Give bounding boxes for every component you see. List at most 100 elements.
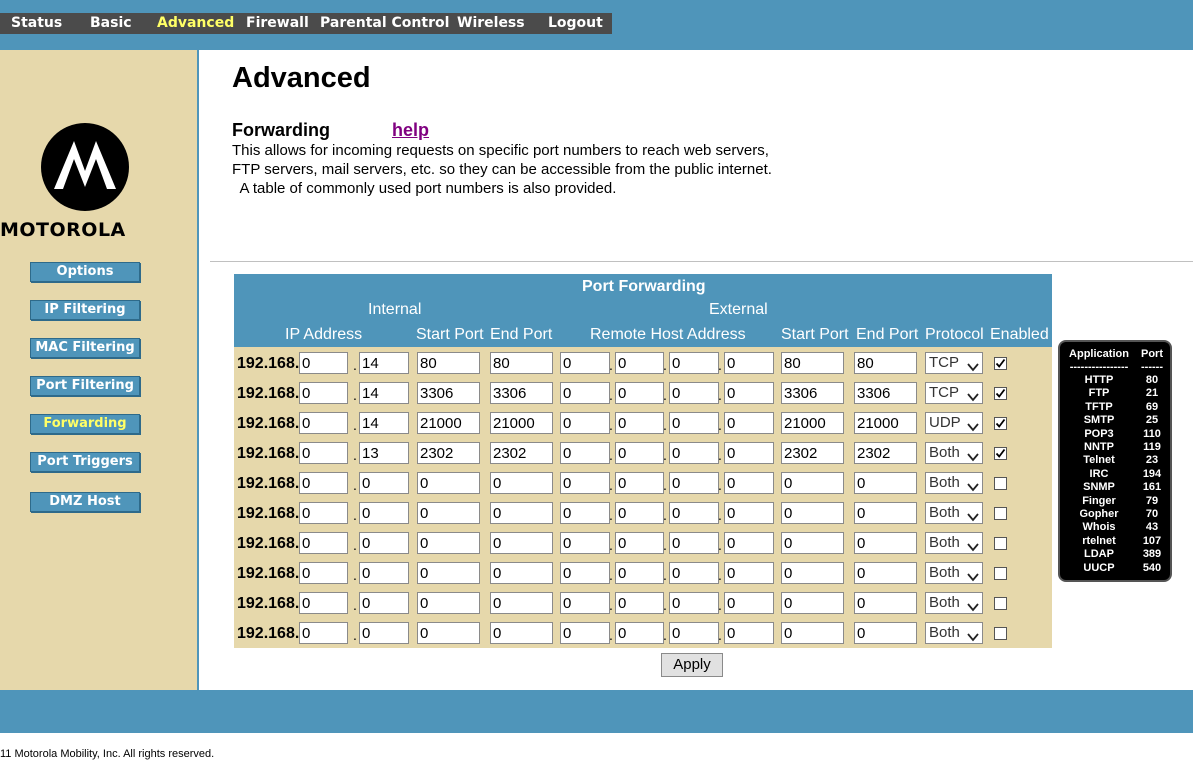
nav-status[interactable]: Status bbox=[11, 13, 62, 34]
remote-octet-3-input[interactable] bbox=[669, 352, 719, 374]
enabled-checkbox[interactable] bbox=[994, 477, 1007, 490]
enabled-checkbox[interactable] bbox=[994, 507, 1007, 520]
remote-octet-1-input[interactable] bbox=[560, 352, 610, 374]
protocol-select[interactable]: TCP bbox=[925, 352, 983, 374]
enabled-checkbox[interactable] bbox=[994, 567, 1007, 580]
ext-end-port-input[interactable] bbox=[854, 412, 917, 434]
ext-start-port-input[interactable] bbox=[781, 592, 844, 614]
remote-octet-1-input[interactable] bbox=[560, 412, 610, 434]
remote-octet-1-input[interactable] bbox=[560, 502, 610, 524]
enabled-checkbox[interactable] bbox=[994, 597, 1007, 610]
end-port-input[interactable] bbox=[490, 442, 553, 464]
ip-octet-4-input[interactable] bbox=[359, 352, 409, 374]
ext-end-port-input[interactable] bbox=[854, 472, 917, 494]
start-port-input[interactable] bbox=[417, 562, 480, 584]
start-port-input[interactable] bbox=[417, 412, 480, 434]
remote-octet-1-input[interactable] bbox=[560, 382, 610, 404]
end-port-input[interactable] bbox=[490, 562, 553, 584]
remote-octet-1-input[interactable] bbox=[560, 532, 610, 554]
ip-octet-3-input[interactable] bbox=[299, 412, 348, 434]
ip-octet-4-input[interactable] bbox=[359, 532, 409, 554]
remote-octet-1-input[interactable] bbox=[560, 442, 610, 464]
ext-start-port-input[interactable] bbox=[781, 532, 844, 554]
protocol-select[interactable]: Both bbox=[925, 532, 983, 554]
end-port-input[interactable] bbox=[490, 592, 553, 614]
nav-logout[interactable]: Logout bbox=[548, 13, 603, 34]
nav-advanced[interactable]: Advanced bbox=[157, 13, 234, 34]
remote-octet-3-input[interactable] bbox=[669, 622, 719, 644]
remote-octet-2-input[interactable] bbox=[615, 622, 664, 644]
remote-octet-4-input[interactable] bbox=[724, 562, 774, 584]
end-port-input[interactable] bbox=[490, 382, 553, 404]
sidebar-item-forwarding[interactable]: Forwarding bbox=[30, 414, 140, 434]
ext-start-port-input[interactable] bbox=[781, 472, 844, 494]
start-port-input[interactable] bbox=[417, 622, 480, 644]
nav-basic[interactable]: Basic bbox=[90, 13, 132, 34]
remote-octet-2-input[interactable] bbox=[615, 562, 664, 584]
ext-start-port-input[interactable] bbox=[781, 412, 844, 434]
remote-octet-4-input[interactable] bbox=[724, 382, 774, 404]
remote-octet-1-input[interactable] bbox=[560, 622, 610, 644]
ext-end-port-input[interactable] bbox=[854, 382, 917, 404]
enabled-checkbox[interactable] bbox=[994, 417, 1007, 430]
nav-firewall[interactable]: Firewall bbox=[246, 13, 309, 34]
sidebar-item-mac-filtering[interactable]: MAC Filtering bbox=[30, 338, 140, 358]
protocol-select[interactable]: UDP bbox=[925, 412, 983, 434]
ext-start-port-input[interactable] bbox=[781, 442, 844, 464]
help-link[interactable]: help bbox=[392, 120, 429, 141]
ext-end-port-input[interactable] bbox=[854, 592, 917, 614]
ip-octet-3-input[interactable] bbox=[299, 562, 348, 584]
ip-octet-4-input[interactable] bbox=[359, 442, 409, 464]
end-port-input[interactable] bbox=[490, 532, 553, 554]
apply-button[interactable]: Apply bbox=[661, 653, 723, 677]
start-port-input[interactable] bbox=[417, 352, 480, 374]
sidebar-item-ip-filtering[interactable]: IP Filtering bbox=[30, 300, 140, 320]
start-port-input[interactable] bbox=[417, 532, 480, 554]
ext-start-port-input[interactable] bbox=[781, 562, 844, 584]
ext-end-port-input[interactable] bbox=[854, 532, 917, 554]
end-port-input[interactable] bbox=[490, 472, 553, 494]
ext-end-port-input[interactable] bbox=[854, 442, 917, 464]
ext-end-port-input[interactable] bbox=[854, 502, 917, 524]
remote-octet-3-input[interactable] bbox=[669, 412, 719, 434]
enabled-checkbox[interactable] bbox=[994, 627, 1007, 640]
remote-octet-1-input[interactable] bbox=[560, 562, 610, 584]
ext-end-port-input[interactable] bbox=[854, 622, 917, 644]
ip-octet-3-input[interactable] bbox=[299, 382, 348, 404]
end-port-input[interactable] bbox=[490, 622, 553, 644]
remote-octet-2-input[interactable] bbox=[615, 592, 664, 614]
ip-octet-4-input[interactable] bbox=[359, 622, 409, 644]
ip-octet-4-input[interactable] bbox=[359, 562, 409, 584]
remote-octet-3-input[interactable] bbox=[669, 382, 719, 404]
protocol-select[interactable]: Both bbox=[925, 502, 983, 524]
enabled-checkbox[interactable] bbox=[994, 387, 1007, 400]
remote-octet-3-input[interactable] bbox=[669, 562, 719, 584]
remote-octet-4-input[interactable] bbox=[724, 622, 774, 644]
nav-parental-control[interactable]: Parental Control bbox=[320, 13, 449, 34]
remote-octet-3-input[interactable] bbox=[669, 442, 719, 464]
remote-octet-3-input[interactable] bbox=[669, 592, 719, 614]
remote-octet-4-input[interactable] bbox=[724, 472, 774, 494]
protocol-select[interactable]: Both bbox=[925, 442, 983, 464]
ip-octet-4-input[interactable] bbox=[359, 382, 409, 404]
remote-octet-2-input[interactable] bbox=[615, 382, 664, 404]
ip-octet-3-input[interactable] bbox=[299, 352, 348, 374]
enabled-checkbox[interactable] bbox=[994, 357, 1007, 370]
protocol-select[interactable]: TCP bbox=[925, 382, 983, 404]
end-port-input[interactable] bbox=[490, 412, 553, 434]
remote-octet-3-input[interactable] bbox=[669, 472, 719, 494]
remote-octet-1-input[interactable] bbox=[560, 592, 610, 614]
sidebar-item-port-filtering[interactable]: Port Filtering bbox=[30, 376, 140, 396]
start-port-input[interactable] bbox=[417, 382, 480, 404]
end-port-input[interactable] bbox=[490, 352, 553, 374]
start-port-input[interactable] bbox=[417, 502, 480, 524]
remote-octet-2-input[interactable] bbox=[615, 502, 664, 524]
remote-octet-3-input[interactable] bbox=[669, 502, 719, 524]
start-port-input[interactable] bbox=[417, 592, 480, 614]
start-port-input[interactable] bbox=[417, 472, 480, 494]
sidebar-item-dmz-host[interactable]: DMZ Host bbox=[30, 492, 140, 512]
ip-octet-4-input[interactable] bbox=[359, 412, 409, 434]
remote-octet-4-input[interactable] bbox=[724, 592, 774, 614]
remote-octet-2-input[interactable] bbox=[615, 412, 664, 434]
nav-wireless[interactable]: Wireless bbox=[457, 13, 525, 34]
